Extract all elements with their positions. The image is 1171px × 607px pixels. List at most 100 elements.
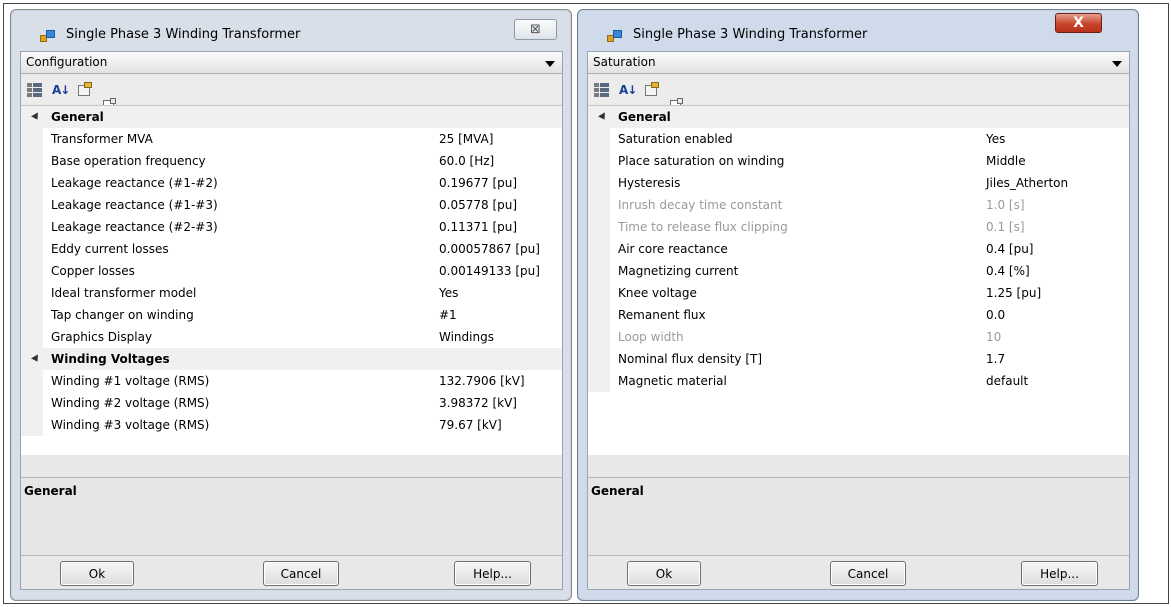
property-value: 0.1 [s] — [986, 220, 1025, 234]
help-description-pane: General — [588, 477, 1129, 556]
property-name: Eddy current losses — [51, 242, 169, 256]
property-value: 1.0 [s] — [986, 198, 1025, 212]
property-row[interactable]: Air core reactance 0.4 [pu] — [588, 238, 1129, 260]
property-value[interactable]: 25 [MVA] — [439, 128, 493, 150]
property-row-disabled: Loop width 10 — [588, 326, 1129, 348]
property-value[interactable]: 1.7 — [986, 348, 1005, 370]
property-row[interactable]: Magnetic material default — [588, 370, 1129, 392]
category-select[interactable]: Configuration — [21, 52, 562, 74]
help-button[interactable]: Help... — [454, 561, 531, 586]
property-row[interactable]: Saturation enabled Yes — [588, 128, 1129, 150]
property-row[interactable]: Base operation frequency 60.0 [Hz] — [21, 150, 562, 172]
property-value[interactable]: 0.0 — [986, 304, 1005, 326]
property-row[interactable]: Tap changer on winding #1 — [21, 304, 562, 326]
close-button[interactable]: X — [1055, 13, 1102, 33]
property-name: Inrush decay time constant — [618, 198, 783, 212]
property-name: Nominal flux density [T] — [618, 352, 763, 366]
alphabetical-sort-icon[interactable]: A↓ — [52, 82, 70, 98]
ok-button[interactable]: Ok — [60, 561, 134, 586]
property-value[interactable]: 0.11371 [pu] — [439, 216, 517, 238]
property-value[interactable]: 0.00149133 [pu] — [439, 260, 540, 282]
property-row[interactable]: Winding #3 voltage (RMS) 79.67 [kV] — [21, 414, 562, 436]
expand-triangle-icon[interactable] — [598, 112, 608, 122]
chevron-down-icon[interactable] — [1112, 61, 1122, 67]
property-value[interactable]: #1 — [439, 304, 457, 326]
expand-triangle-icon[interactable] — [31, 354, 41, 364]
property-name: Leakage reactance (#2-#3) — [51, 220, 218, 234]
cancel-button[interactable]: Cancel — [263, 561, 339, 586]
dialog-client: Saturation A↓ General Saturation enabled… — [587, 51, 1130, 590]
category-select-value: Configuration — [26, 55, 108, 69]
help-title: General — [591, 484, 644, 498]
close-button[interactable]: ⊠ — [514, 19, 557, 40]
alphabetical-sort-icon[interactable]: A↓ — [619, 82, 637, 98]
property-value[interactable]: Jiles_Atherton — [986, 172, 1068, 194]
property-value[interactable]: default — [986, 370, 1028, 392]
property-row[interactable]: Nominal flux density [T] 1.7 — [588, 348, 1129, 370]
property-name: Place saturation on winding — [618, 154, 785, 168]
cancel-button[interactable]: Cancel — [830, 561, 906, 586]
property-value[interactable]: Yes — [986, 128, 1005, 150]
property-name: Saturation enabled — [618, 132, 733, 146]
chevron-down-icon[interactable] — [545, 61, 555, 67]
property-value[interactable]: Yes — [439, 282, 458, 304]
property-row[interactable]: Winding #2 voltage (RMS) 3.98372 [kV] — [21, 392, 562, 414]
categorized-icon[interactable] — [27, 82, 43, 98]
property-row[interactable]: Remanent flux 0.0 — [588, 304, 1129, 326]
property-value[interactable]: 0.00057867 [pu] — [439, 238, 540, 260]
property-row-disabled: Inrush decay time constant 1.0 [s] — [588, 194, 1129, 216]
category-winding-voltages[interactable]: Winding Voltages — [21, 348, 562, 370]
help-title: General — [24, 484, 77, 498]
property-pages-icon[interactable] — [644, 82, 660, 98]
property-row[interactable]: Magnetizing current 0.4 [%] — [588, 260, 1129, 282]
property-name: Remanent flux — [618, 308, 706, 322]
property-name: Magnetizing current — [618, 264, 739, 278]
property-value: 10 — [986, 330, 1002, 344]
help-button[interactable]: Help... — [1021, 561, 1098, 586]
title-bar[interactable]: Single Phase 3 Winding Transformer — [578, 10, 1138, 44]
property-pages-icon[interactable] — [77, 82, 93, 98]
property-row[interactable]: Leakage reactance (#2-#3) 0.11371 [pu] — [21, 216, 562, 238]
expand-triangle-icon[interactable] — [31, 112, 41, 122]
category-select-value: Saturation — [593, 55, 656, 69]
property-name: Magnetic material — [618, 374, 727, 388]
property-row[interactable]: Leakage reactance (#1-#2) 0.19677 [pu] — [21, 172, 562, 194]
property-value[interactable]: 0.4 [%] — [986, 260, 1030, 282]
property-row[interactable]: Hysteresis Jiles_Atherton — [588, 172, 1129, 194]
property-name: Winding #1 voltage (RMS) — [51, 374, 210, 388]
property-row[interactable]: Copper losses 0.00149133 [pu] — [21, 260, 562, 282]
title-bar[interactable]: Single Phase 3 Winding Transformer — [11, 10, 571, 44]
property-value[interactable]: 79.67 [kV] — [439, 414, 502, 436]
property-value[interactable]: 1.25 [pu] — [986, 282, 1041, 304]
property-name: Leakage reactance (#1-#2) — [51, 176, 218, 190]
categorized-icon[interactable] — [594, 82, 610, 98]
property-value[interactable]: 0.19677 [pu] — [439, 172, 517, 194]
property-toolbar: A↓ — [588, 75, 1129, 113]
property-value[interactable]: 0.05778 [pu] — [439, 194, 517, 216]
category-general[interactable]: General — [21, 106, 562, 128]
property-value[interactable]: Windings — [439, 326, 494, 348]
property-row[interactable]: Knee voltage 1.25 [pu] — [588, 282, 1129, 304]
property-value[interactable]: 60.0 [Hz] — [439, 150, 494, 172]
property-name: Knee voltage — [618, 286, 697, 300]
property-name: Hysteresis — [618, 176, 681, 190]
property-row[interactable]: Place saturation on winding Middle — [588, 150, 1129, 172]
category-general[interactable]: General — [588, 106, 1129, 128]
category-select[interactable]: Saturation — [588, 52, 1129, 74]
property-name: Copper losses — [51, 264, 135, 278]
property-row[interactable]: Leakage reactance (#1-#3) 0.05778 [pu] — [21, 194, 562, 216]
property-value[interactable]: 132.7906 [kV] — [439, 370, 525, 392]
property-row[interactable]: Eddy current losses 0.00057867 [pu] — [21, 238, 562, 260]
property-value[interactable]: 0.4 [pu] — [986, 238, 1033, 260]
property-row[interactable]: Ideal transformer model Yes — [21, 282, 562, 304]
property-value[interactable]: Middle — [986, 150, 1026, 172]
property-row[interactable]: Graphics Display Windings — [21, 326, 562, 348]
property-row-disabled: Time to release flux clipping 0.1 [s] — [588, 216, 1129, 238]
property-name: Transformer MVA — [51, 132, 153, 146]
property-name: Ideal transformer model — [51, 286, 197, 300]
property-value[interactable]: 3.98372 [kV] — [439, 392, 517, 414]
property-row[interactable]: Winding #1 voltage (RMS) 132.7906 [kV] — [21, 370, 562, 392]
ok-button[interactable]: Ok — [627, 561, 701, 586]
property-row[interactable]: Transformer MVA 25 [MVA] — [21, 128, 562, 150]
app-icon — [607, 29, 623, 43]
